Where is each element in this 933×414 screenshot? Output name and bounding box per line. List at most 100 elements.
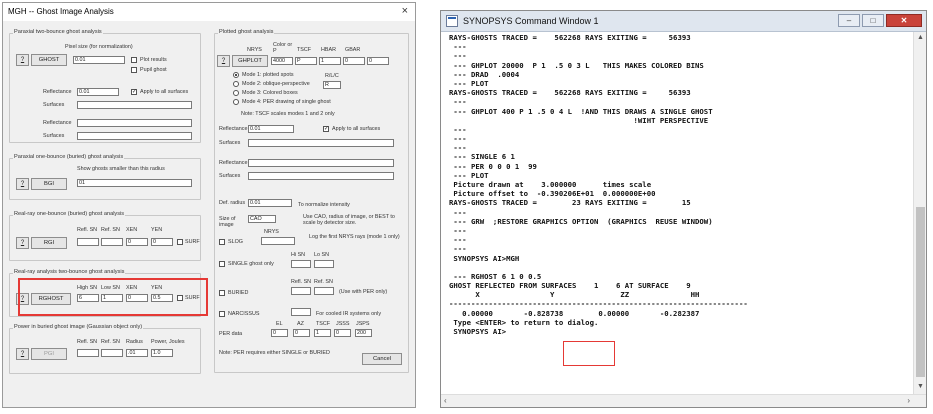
highlight-box bbox=[18, 278, 208, 316]
ref-sn-input[interactable] bbox=[314, 287, 334, 295]
col-label: Lo SN bbox=[314, 252, 329, 258]
reflectance-input[interactable]: 0.01 bbox=[77, 88, 119, 96]
tscf-input[interactable]: 1 bbox=[319, 57, 341, 65]
col-label: Ref. SN bbox=[101, 339, 120, 345]
reflectance-label: Reflectance bbox=[219, 126, 248, 132]
bgi-radius-input[interactable]: 01 bbox=[77, 179, 192, 187]
plot-results-checkbox[interactable] bbox=[131, 57, 137, 63]
nrys-input[interactable]: 4000 bbox=[271, 57, 293, 65]
vertical-scrollbar[interactable]: ▲ ▼ bbox=[913, 32, 926, 395]
console-line: --- GHPLOT 400 P 1 .5 0 4 L !AND THIS DR… bbox=[449, 106, 713, 116]
console-line: --- bbox=[449, 134, 467, 144]
ghplot-button[interactable]: GHPLOT bbox=[232, 55, 268, 67]
console-line: GHOST REFLECTED FROM SURFACES 1 6 AT SUR… bbox=[449, 281, 691, 291]
xen-input[interactable]: 0 bbox=[126, 238, 148, 246]
jsps-input[interactable]: 200 bbox=[355, 329, 372, 337]
mode2-radio[interactable] bbox=[233, 81, 239, 87]
refl-sn-input[interactable] bbox=[291, 287, 311, 295]
surfaces-input-2[interactable] bbox=[248, 172, 394, 180]
slog-nrys-input[interactable] bbox=[261, 237, 295, 245]
bgi-button[interactable]: BGI bbox=[31, 178, 67, 190]
console-line: ----------------------------------------… bbox=[449, 299, 748, 309]
console-line: --- bbox=[449, 244, 467, 254]
close-icon[interactable]: ✕ bbox=[886, 14, 922, 27]
ref-sn-input[interactable] bbox=[101, 238, 123, 246]
rgi-button[interactable]: RGI bbox=[31, 237, 67, 249]
surf-label: SURF bbox=[185, 239, 200, 245]
console-line: Picture offset to -0.390206E+01 0.000000… bbox=[449, 189, 656, 199]
ghost-button[interactable]: GHOST bbox=[31, 54, 67, 66]
lo-sn-input[interactable] bbox=[314, 260, 334, 268]
surfaces-input[interactable] bbox=[77, 101, 192, 109]
help-button[interactable]: ? bbox=[217, 55, 230, 67]
help-button[interactable]: ? bbox=[16, 348, 29, 360]
help-button[interactable]: ? bbox=[16, 237, 29, 249]
tscf2-input[interactable]: 1 bbox=[314, 329, 331, 337]
pupil-ghost-checkbox[interactable] bbox=[131, 67, 137, 73]
console-line: --- bbox=[449, 51, 467, 61]
refl-sn-input[interactable] bbox=[77, 238, 99, 246]
az-input[interactable]: 0 bbox=[293, 329, 310, 337]
pgi-button[interactable]: PGI bbox=[31, 348, 67, 360]
scroll-left-icon[interactable]: ‹ bbox=[444, 396, 447, 405]
col-label: Refl. SN bbox=[77, 339, 98, 345]
surfaces-input-2[interactable] bbox=[77, 132, 192, 140]
radius-input[interactable]: .01 bbox=[126, 349, 148, 357]
console-line: --- PLOT bbox=[449, 78, 489, 88]
def-radius-input[interactable]: 0.01 bbox=[248, 199, 292, 207]
surfaces-input[interactable] bbox=[248, 139, 394, 147]
surfaces-label-2: Surfaces bbox=[219, 173, 241, 179]
horizontal-scrollbar[interactable]: ‹ › bbox=[441, 394, 926, 407]
close-icon[interactable]: × bbox=[402, 5, 408, 17]
highlight-box bbox=[563, 341, 615, 366]
mode1-label: Mode 1: plotted spots bbox=[242, 72, 294, 78]
def-radius-label: Def. radius bbox=[219, 200, 246, 206]
narcissus-checkbox[interactable] bbox=[219, 311, 225, 317]
group-title: Real-ray analysis two-bounce ghost analy… bbox=[13, 269, 126, 275]
maximize-icon[interactable]: □ bbox=[862, 14, 884, 27]
refl-sn-input[interactable] bbox=[77, 349, 99, 357]
help-button[interactable]: ? bbox=[16, 54, 29, 66]
narcissus-label: NARCISSUS bbox=[228, 311, 260, 317]
reflectance-label-2: Reflectance bbox=[43, 120, 72, 126]
scroll-up-icon[interactable]: ▲ bbox=[914, 34, 927, 44]
mode3-label: Mode 3: Colored boxes bbox=[242, 90, 298, 96]
rlc-label: R/L/C bbox=[325, 73, 339, 79]
single-ghost-checkbox[interactable] bbox=[219, 261, 225, 267]
scroll-thumb[interactable] bbox=[916, 207, 925, 377]
hi-sn-input[interactable] bbox=[291, 260, 311, 268]
pixel-size-input[interactable]: 0.01 bbox=[73, 56, 125, 64]
reflectance-input-2[interactable] bbox=[77, 119, 192, 127]
hbar-input[interactable]: 0 bbox=[343, 57, 365, 65]
scroll-right-icon[interactable]: › bbox=[907, 396, 910, 405]
slog-checkbox[interactable] bbox=[219, 239, 225, 245]
scroll-down-icon[interactable]: ▼ bbox=[914, 383, 927, 393]
minimize-icon[interactable]: – bbox=[838, 14, 860, 27]
console-output[interactable]: RAYS-GHOSTS TRACED = 562268 RAYS EXITING… bbox=[449, 33, 911, 395]
el-input[interactable]: 0 bbox=[271, 329, 288, 337]
yen-input[interactable]: 0 bbox=[151, 238, 173, 246]
mode4-radio[interactable] bbox=[233, 99, 239, 105]
reflectance-input-2[interactable] bbox=[248, 159, 394, 167]
apply-all-checkbox[interactable]: ✓ bbox=[323, 126, 329, 132]
surf-checkbox[interactable] bbox=[177, 239, 183, 245]
cancel-button[interactable]: Cancel bbox=[362, 353, 402, 365]
help-button[interactable]: ? bbox=[16, 178, 29, 190]
buried-checkbox[interactable] bbox=[219, 290, 225, 296]
rlc-input[interactable]: R bbox=[323, 81, 341, 89]
console-line: --- SINGLE 6 1 bbox=[449, 152, 515, 162]
jsss-input[interactable]: 0 bbox=[334, 329, 351, 337]
ref-sn-input[interactable] bbox=[101, 349, 123, 357]
power-input[interactable]: 1.0 bbox=[151, 349, 173, 357]
console-line: 0.00000 -0.828738 0.00000 -0.282387 bbox=[449, 308, 700, 318]
mode3-radio[interactable] bbox=[233, 90, 239, 96]
apply-all-checkbox[interactable]: ✓ bbox=[131, 89, 137, 95]
mode1-radio[interactable] bbox=[233, 72, 239, 78]
reflectance-input[interactable]: 0.01 bbox=[248, 125, 294, 133]
console-line: RAYS-GHOSTS TRACED = 562268 RAYS EXITING… bbox=[449, 33, 691, 42]
color-input[interactable]: P bbox=[295, 57, 317, 65]
size-of-image-input[interactable]: CAO bbox=[248, 215, 276, 223]
narcissus-input[interactable] bbox=[291, 308, 311, 316]
gbar-input[interactable]: 0 bbox=[367, 57, 389, 65]
console-line: Type <ENTER> to return to dialog. bbox=[449, 317, 599, 327]
